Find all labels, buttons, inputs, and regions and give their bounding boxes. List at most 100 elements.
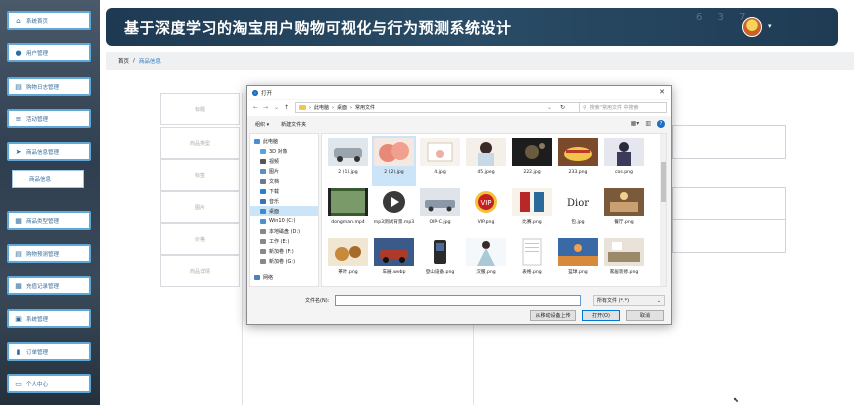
top-header: 基于深度学习的淘宝用户购物可视化与行为预测系统设计 6 3 7 ▾ xyxy=(106,8,838,46)
file-name: 233.png xyxy=(568,170,588,175)
file-item[interactable]: 4.jpg xyxy=(418,136,462,186)
path-separator: › xyxy=(350,104,353,111)
nav-item-pictures[interactable]: 图片 xyxy=(250,166,318,176)
sidebar-item-recharge[interactable]: ▦ 充值记录管理 xyxy=(7,276,91,295)
file-item[interactable]: 45.jpeg xyxy=(464,136,508,186)
nav-label: 本地磁盘 (D:) xyxy=(269,228,301,235)
scrollbar-thumb[interactable] xyxy=(661,162,666,202)
file-name: 家居装修.png xyxy=(609,270,639,275)
file-item[interactable]: 表格.png xyxy=(510,236,554,286)
nav-item-documents[interactable]: 文档 xyxy=(250,176,318,186)
path-segment[interactable]: 桌面 xyxy=(337,104,347,111)
path-segment[interactable]: 常用文件 xyxy=(355,104,375,111)
back-arrow-icon[interactable]: ← xyxy=(253,104,258,111)
file-item[interactable]: 茶叶.png xyxy=(326,236,370,286)
sidebar-item-system[interactable]: ▣ 系统管理 xyxy=(7,309,91,328)
drive-icon xyxy=(260,248,266,254)
sidebar-item-prediction[interactable]: ▤ 购物预测管理 xyxy=(7,244,91,263)
file-item[interactable]: 登山设备.png xyxy=(418,236,462,286)
close-icon[interactable]: ✕ xyxy=(659,88,665,96)
sidebar-subitem-product-info[interactable]: 商品信息 xyxy=(12,170,84,188)
breadcrumb-home[interactable]: 首页 xyxy=(118,57,129,65)
file-item[interactable]: 篮球.png xyxy=(556,236,600,286)
form-field-right-3[interactable] xyxy=(672,219,786,253)
file-item[interactable]: 2 (1).jpg xyxy=(326,136,370,186)
network-icon xyxy=(254,274,260,280)
file-thumbnail: VIP xyxy=(466,188,506,216)
chevron-down-icon[interactable]: ▾ xyxy=(768,22,772,30)
file-item[interactable]: VIP VIP.png xyxy=(464,186,508,236)
nav-label: 新加卷 (F:) xyxy=(269,248,294,255)
nav-item-drive-c[interactable]: Win10 (C:) xyxy=(250,216,318,226)
view-options-icon[interactable]: ▦▾ xyxy=(631,120,640,128)
nav-item-3d[interactable]: 3D 对象 xyxy=(250,146,318,156)
preview-pane-icon[interactable]: ▥ xyxy=(645,120,651,128)
file-item[interactable]: dongman.mp4 xyxy=(326,186,370,236)
file-item[interactable]: 比赛.png xyxy=(510,186,554,236)
file-item[interactable]: 餐厅.png xyxy=(602,186,646,236)
file-item[interactable]: 家居装修.png xyxy=(602,236,646,286)
file-item[interactable]: 车展.webp xyxy=(372,236,416,286)
breadcrumb-separator: / xyxy=(133,58,135,64)
file-item[interactable]: Dior 包.jpg xyxy=(556,186,600,236)
sidebar-item-label: 用户管理 xyxy=(26,50,49,57)
sidebar-item-users[interactable]: ● 用户管理 xyxy=(7,43,91,62)
nav-label: 文档 xyxy=(269,178,280,185)
file-item[interactable]: OIP-C.jpg xyxy=(418,186,462,236)
form-field-right-2[interactable] xyxy=(672,187,786,221)
dropdown-arrow-icon[interactable]: ⌄ xyxy=(274,104,279,111)
form-label-detail: 商品详情 xyxy=(160,255,240,287)
form-field-right-1[interactable] xyxy=(672,125,786,159)
nav-item-drive-g[interactable]: 新加卷 (G:) xyxy=(250,256,318,266)
filename-input[interactable] xyxy=(335,295,581,306)
avatar[interactable] xyxy=(742,17,762,37)
folder-icon xyxy=(299,105,306,110)
sidebar-item-label: 充值记录管理 xyxy=(26,283,60,290)
open-button[interactable]: 打开(O) xyxy=(582,310,620,321)
organize-button[interactable]: 组织 ▾ xyxy=(255,121,269,128)
nav-item-drive-f[interactable]: 新加卷 (F:) xyxy=(250,246,318,256)
sidebar-item-product-type[interactable]: ▦ 商品类型管理 xyxy=(7,211,91,230)
vertical-scrollbar[interactable] xyxy=(660,134,666,286)
upload-from-device-button[interactable]: 从移动设备上传 xyxy=(530,310,576,321)
file-thumbnail xyxy=(420,238,460,266)
cancel-button[interactable]: 取消 xyxy=(626,310,664,321)
sidebar-item-product-info[interactable]: ➤ 商品信息管理 xyxy=(7,142,91,161)
nav-item-drive-d[interactable]: 本地磁盘 (D:) xyxy=(250,226,318,236)
help-icon[interactable]: ? xyxy=(657,120,665,128)
nav-item-drive-e[interactable]: 工作 (E:) xyxy=(250,236,318,246)
sidebar-item-orders[interactable]: ▮ 订单管理 xyxy=(7,342,91,361)
file-item[interactable]: 汉服.png xyxy=(464,236,508,286)
file-name: 45.jpeg xyxy=(477,170,495,175)
file-item[interactable]: mp3测试背景.mp3 xyxy=(372,186,416,236)
file-name: cos.png xyxy=(615,170,633,175)
search-input[interactable]: ⚲ 搜索"常用文件 中搜索 xyxy=(579,102,667,113)
filetype-select[interactable]: 所有文件 (*.*) ⌄ xyxy=(593,295,665,306)
file-item[interactable]: cos.png xyxy=(602,136,646,186)
drive-icon xyxy=(260,228,266,234)
sidebar-item-activity[interactable]: ≡ 活动管理 xyxy=(7,109,91,128)
new-folder-button[interactable]: 新建文件夹 xyxy=(281,121,306,128)
nav-item-network[interactable]: 网络 xyxy=(250,272,318,282)
cube-icon xyxy=(260,148,266,154)
nav-item-videos[interactable]: 视频 xyxy=(250,156,318,166)
file-name: dongman.mp4 xyxy=(331,220,365,225)
file-item[interactable]: 233.png xyxy=(556,136,600,186)
forward-arrow-icon[interactable]: → xyxy=(263,104,268,111)
nav-item-this-pc[interactable]: 此电脑 xyxy=(250,136,318,146)
sidebar-item-profile[interactable]: ▭ 个人中心 xyxy=(7,374,91,393)
nav-item-music[interactable]: 音乐 xyxy=(250,196,318,206)
sidebar-item-shopping-log[interactable]: ▤ 购物日志管理 xyxy=(7,77,91,96)
up-arrow-icon[interactable]: ↑ xyxy=(284,104,289,111)
sidebar-item-home[interactable]: ⌂ 系统首页 xyxy=(7,11,91,30)
refresh-icon[interactable]: ↻ xyxy=(560,104,565,111)
address-bar[interactable]: › 此电脑 › 桌面 › 常用文件 xyxy=(295,102,601,113)
sidebar-item-label: 订单管理 xyxy=(26,349,49,356)
file-name: 表格.png xyxy=(522,270,542,275)
path-dropdown-icon[interactable]: ⌄ xyxy=(547,104,552,111)
nav-item-downloads[interactable]: 下载 xyxy=(250,186,318,196)
file-item-selected[interactable]: 2 (2).jpg xyxy=(372,136,416,186)
path-segment[interactable]: 此电脑 xyxy=(314,104,329,111)
file-item[interactable]: 222.jpg xyxy=(510,136,554,186)
nav-item-desktop[interactable]: 桌面 xyxy=(250,206,318,216)
